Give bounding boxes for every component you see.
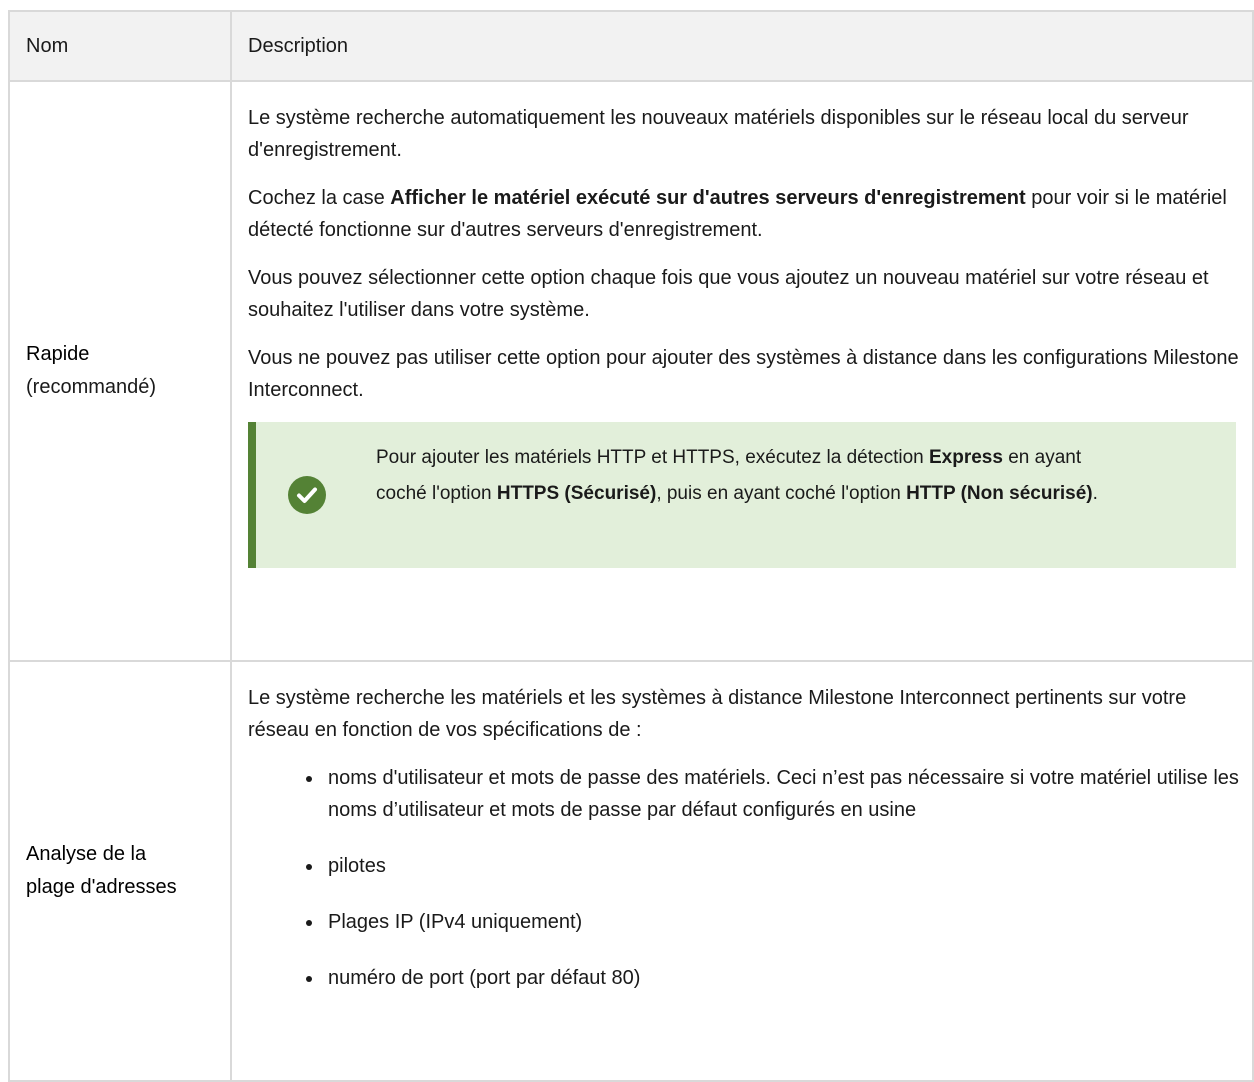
list-item: numéro de port (port par défaut 80): [306, 962, 1252, 994]
list-item: Plages IP (IPv4 uniquement): [306, 906, 1252, 938]
description-paragraph: Vous ne pouvez pas utiliser cette option…: [248, 347, 1239, 401]
tip-note-text: Pour ajouter les matériels HTTP et HTTPS…: [376, 440, 1116, 512]
table-header-row: Nom Description: [8, 10, 1254, 82]
text-run: Cochez la case: [248, 187, 391, 209]
row-name-cell: Analyse de la plage d'adresses: [8, 660, 232, 1082]
tip-note: Pour ajouter les matériels HTTP et HTTPS…: [248, 422, 1236, 568]
row-description-cell: Le système recherche les matériels et le…: [230, 660, 1254, 1082]
checkmark-circle-icon: [288, 476, 326, 514]
table-row: Rapide (recommandé) Le système recherche…: [8, 80, 1254, 662]
option-name-bold: Afficher le matériel exécuté sur d'autre…: [390, 187, 1026, 209]
row-name-line: plage d'adresses: [26, 876, 177, 898]
specification-list: noms d'utilisateur et mots de passe des …: [248, 762, 1252, 994]
bold-term: HTTP (Non sécurisé): [906, 483, 1093, 504]
bold-term: HTTPS (Sécurisé): [496, 483, 657, 504]
options-table: Nom Description Rapide (recommandé) Le s…: [8, 10, 1254, 1082]
header-name: Nom: [8, 10, 232, 82]
description-paragraph: Le système recherche les matériels et le…: [248, 687, 1187, 741]
bold-term: Express: [929, 447, 1003, 468]
row-name-line: Analyse de la: [26, 843, 147, 865]
description-paragraph: Vous pouvez sélectionner cette option ch…: [248, 267, 1209, 321]
list-item: pilotes: [306, 850, 1252, 882]
row-name-cell: Rapide (recommandé): [8, 80, 232, 662]
row-name-qualifier: (recommandé): [26, 376, 157, 398]
description-paragraph: Cochez la case Afficher le matériel exéc…: [248, 182, 1252, 246]
text-run: .: [1092, 483, 1098, 504]
row-name: Rapide: [26, 343, 90, 365]
row-description-cell: Le système recherche automatiquement les…: [230, 80, 1254, 662]
list-item: noms d'utilisateur et mots de passe des …: [306, 762, 1252, 826]
text-run: , puis en ayant coché l'option: [656, 483, 907, 504]
table-row: Analyse de la plage d'adresses Le systèm…: [8, 660, 1254, 1082]
text-run: Pour ajouter les matériels HTTP et HTTPS…: [376, 447, 929, 468]
description-paragraph: Le système recherche automatiquement les…: [248, 107, 1189, 161]
header-description: Description: [230, 10, 1254, 82]
